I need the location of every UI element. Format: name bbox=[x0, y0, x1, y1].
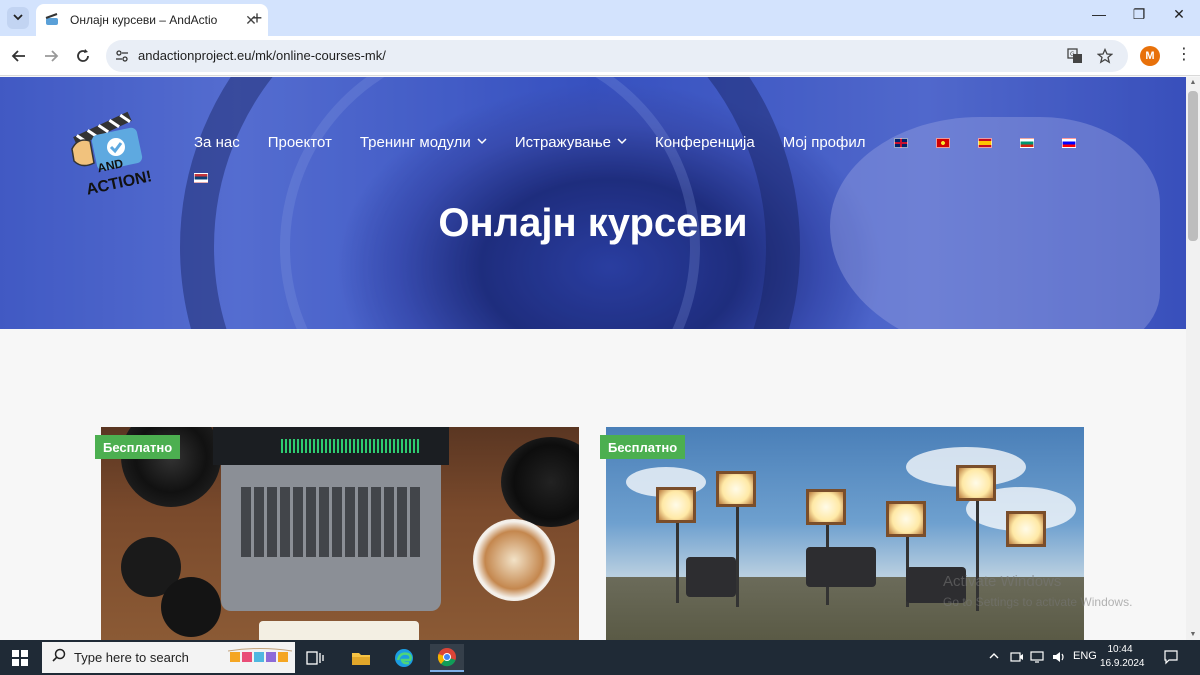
light-stand-image bbox=[736, 507, 739, 607]
svg-text:G: G bbox=[1070, 51, 1075, 58]
tab-search-button[interactable] bbox=[7, 7, 29, 29]
tab-title: Онлајн курсеви – AndAction P bbox=[70, 13, 218, 27]
nav-label: Конференција bbox=[655, 134, 755, 151]
nav-label: Истражување bbox=[514, 134, 612, 151]
network-icon[interactable] bbox=[1030, 650, 1044, 667]
windows-start-icon[interactable] bbox=[10, 648, 30, 668]
nav-item-about[interactable]: За нас bbox=[194, 134, 240, 151]
main-navigation: За нас Проектот Тренинг модули Истражува… bbox=[194, 134, 1104, 151]
meet-now-icon[interactable] bbox=[1010, 650, 1024, 667]
translate-icon[interactable]: G bbox=[1066, 47, 1084, 65]
scroll-up-icon[interactable]: ▲ bbox=[1186, 79, 1200, 86]
studio-light-image bbox=[806, 489, 846, 525]
nav-item-my-profile[interactable]: Мој профил bbox=[783, 134, 866, 151]
notifications-icon[interactable] bbox=[1162, 648, 1180, 666]
lens-cap-image bbox=[161, 577, 221, 637]
keyboard-image bbox=[241, 487, 421, 557]
reload-icon[interactable] bbox=[73, 46, 93, 66]
edge-browser-icon[interactable] bbox=[387, 644, 421, 672]
en-flag-icon[interactable] bbox=[893, 137, 908, 148]
nav-label: Мој профил bbox=[782, 134, 866, 151]
page-title: Онлајн курсеви bbox=[438, 201, 748, 245]
studio-light-image bbox=[656, 487, 696, 523]
camera-lens-image bbox=[501, 437, 579, 527]
scrollbar-thumb[interactable] bbox=[1188, 91, 1198, 241]
profile-avatar[interactable]: M bbox=[1140, 46, 1160, 66]
film-camera-image bbox=[806, 547, 876, 587]
nav-label: Проектот bbox=[267, 134, 332, 151]
film-camera-image bbox=[686, 557, 736, 597]
studio-light-image bbox=[956, 465, 996, 501]
audio-waveform-image bbox=[281, 439, 421, 453]
search-highlight-icon bbox=[227, 648, 293, 666]
browser-tab[interactable]: Онлајн курсеви – AndAction P ✕ bbox=[36, 4, 268, 36]
tab-strip: Онлајн курсеви – AndAction P ✕ + — ❐ ✕ bbox=[0, 0, 1200, 36]
windows-taskbar: Type here to search ENG 10:44 16.9.2024 bbox=[0, 640, 1200, 675]
studio-light-image bbox=[716, 471, 756, 507]
svg-text:AND: AND bbox=[96, 157, 125, 175]
volume-icon[interactable] bbox=[1052, 650, 1066, 667]
studio-light-image bbox=[886, 501, 926, 537]
show-hidden-icons[interactable] bbox=[988, 650, 1000, 665]
back-icon[interactable] bbox=[9, 46, 29, 66]
andaction-logo[interactable]: AND ACTION! bbox=[64, 99, 164, 199]
mk-flag-icon[interactable] bbox=[935, 137, 950, 148]
site-favicon-icon bbox=[44, 12, 60, 28]
input-language-indicator[interactable]: ENG bbox=[1073, 650, 1097, 662]
page-scrollbar[interactable]: ▲ ▼ bbox=[1186, 77, 1200, 640]
task-view-icon[interactable] bbox=[298, 644, 332, 672]
es-flag-icon[interactable] bbox=[977, 137, 992, 148]
light-stand-image bbox=[676, 523, 679, 603]
taskbar-search-box[interactable]: Type here to search bbox=[42, 642, 295, 673]
free-badge: Бесплатно bbox=[95, 435, 181, 459]
chrome-browser-icon[interactable] bbox=[430, 644, 464, 672]
activate-windows-watermark: Activate Windows bbox=[943, 573, 1062, 590]
hero-banner: AND ACTION! За нас Проектот Тренинг моду… bbox=[0, 77, 1186, 329]
coffee-cup-image bbox=[473, 519, 555, 601]
web-page: AND ACTION! За нас Проектот Тренинг моду… bbox=[0, 77, 1186, 640]
forward-icon[interactable] bbox=[41, 46, 61, 66]
note-card-image bbox=[259, 621, 419, 640]
nav-item-project[interactable]: Проектот bbox=[268, 134, 332, 151]
nav-item-training-modules[interactable]: Тренинг модули bbox=[360, 134, 487, 151]
activate-windows-hint: Go to Settings to activate Windows. bbox=[943, 595, 1133, 609]
url-text: andactionproject.eu/mk/online-courses-mk… bbox=[138, 48, 386, 63]
free-badge: Бесплатно bbox=[600, 435, 686, 459]
nav-label: Тренинг модули bbox=[359, 134, 471, 151]
new-tab-button[interactable]: + bbox=[248, 9, 266, 27]
chevron-down-icon bbox=[477, 137, 487, 148]
chevron-down-icon bbox=[13, 9, 23, 27]
chevron-down-icon bbox=[617, 137, 627, 148]
nav-item-research[interactable]: Истражување bbox=[515, 134, 627, 151]
search-icon bbox=[52, 648, 66, 667]
si-flag-icon[interactable] bbox=[1061, 137, 1076, 148]
rs-flag-icon[interactable] bbox=[194, 173, 208, 183]
file-explorer-icon[interactable] bbox=[344, 644, 378, 672]
search-placeholder: Type here to search bbox=[74, 650, 189, 665]
clock-date: 16.9.2024 bbox=[1100, 658, 1145, 669]
studio-light-image bbox=[1006, 511, 1046, 547]
clock-time: 10:44 bbox=[1107, 644, 1133, 655]
browser-menu-icon[interactable]: ⋮ bbox=[1176, 45, 1192, 65]
address-bar[interactable]: andactionproject.eu/mk/online-courses-mk… bbox=[106, 40, 1128, 72]
minimize-button[interactable]: — bbox=[1084, 6, 1114, 22]
nav-label: За нас bbox=[194, 134, 240, 151]
svg-text:ACTION!: ACTION! bbox=[85, 168, 154, 197]
scroll-down-icon[interactable]: ▼ bbox=[1186, 631, 1200, 638]
system-clock[interactable]: 10:44 16.9.2024 bbox=[1100, 643, 1145, 671]
restore-button[interactable]: ❐ bbox=[1124, 6, 1154, 23]
bookmark-star-icon[interactable] bbox=[1096, 47, 1114, 65]
nav-item-conference[interactable]: Конференција bbox=[655, 134, 755, 151]
bg-flag-icon[interactable] bbox=[1019, 137, 1034, 148]
site-info-icon[interactable] bbox=[114, 48, 130, 64]
browser-toolbar: andactionproject.eu/mk/online-courses-mk… bbox=[0, 36, 1200, 76]
close-window-button[interactable]: ✕ bbox=[1164, 6, 1194, 23]
